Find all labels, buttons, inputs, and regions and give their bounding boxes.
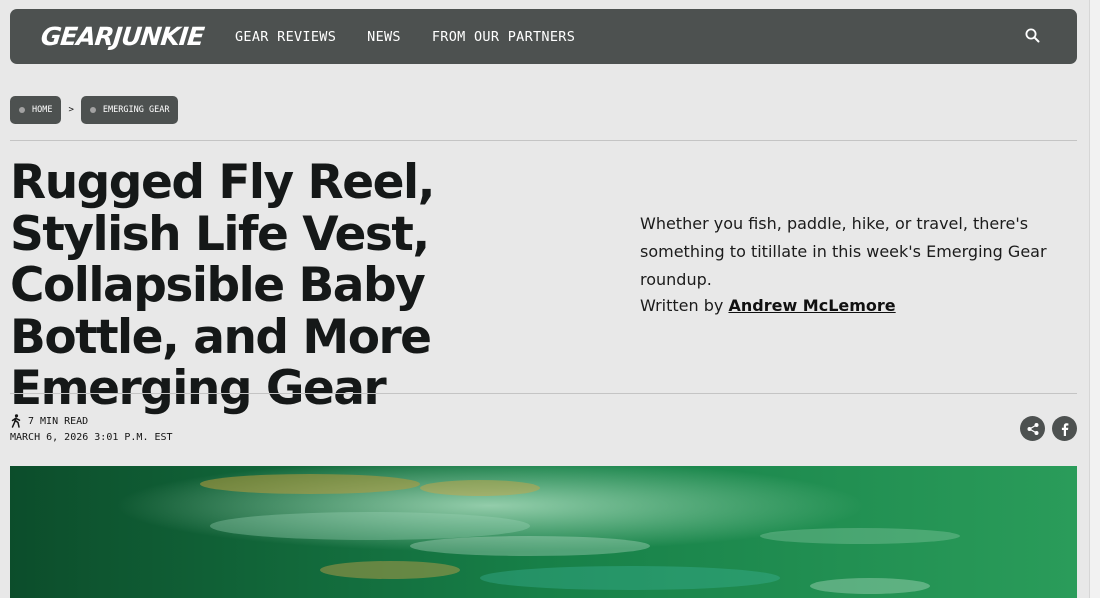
breadcrumb-emerging-gear[interactable]: EMERGING GEAR [80, 96, 179, 124]
read-time: 7 MIN READ [28, 415, 89, 427]
author-link[interactable]: Andrew McLemore [728, 296, 895, 315]
article-meta: 7 MIN READ MARCH 6, 2026 3:01 P.M. EST [10, 413, 173, 445]
byline: Written by Andrew McLemore [640, 296, 896, 315]
site-header: GEARJUNKIE GEAR REVIEWS NEWS FROM OUR PA… [10, 9, 1077, 64]
breadcrumb-separator: > [68, 105, 74, 115]
article-dek: Whether you fish, paddle, hike, or trave… [640, 214, 1047, 289]
search-icon [1025, 28, 1040, 43]
share-icon [1027, 422, 1038, 435]
breadcrumb-home-label: HOME [32, 105, 53, 115]
facebook-icon [1061, 422, 1068, 436]
breadcrumb-home[interactable]: HOME [10, 96, 62, 124]
share-button[interactable] [1020, 416, 1045, 441]
main-nav: GEAR REVIEWS NEWS FROM OUR PARTNERS [235, 29, 606, 45]
scrollbar[interactable] [1089, 0, 1100, 598]
nav-news[interactable]: NEWS [367, 29, 401, 45]
dot-icon [19, 107, 25, 113]
hero-image [10, 466, 1077, 598]
hero-water-graphic [10, 466, 1077, 598]
divider [10, 140, 1077, 141]
share-buttons [1013, 416, 1077, 441]
article-title: Rugged Fly Reel, Stylish Life Vest, Coll… [10, 155, 435, 416]
site-logo[interactable]: GEARJUNKIE [39, 22, 205, 51]
breadcrumb-emerging-gear-label: EMERGING GEAR [102, 105, 170, 115]
nav-from-our-partners[interactable]: FROM OUR PARTNERS [432, 29, 575, 45]
nav-gear-reviews[interactable]: GEAR REVIEWS [235, 29, 336, 45]
search-button[interactable] [1023, 26, 1043, 46]
publish-date: MARCH 6, 2026 3:01 P.M. EST [10, 431, 173, 443]
walking-person-icon [11, 414, 21, 428]
dot-icon [89, 107, 96, 113]
facebook-button[interactable] [1052, 416, 1077, 441]
breadcrumb: HOME > EMERGING GEAR [10, 96, 179, 124]
byline-prefix: Written by [640, 296, 724, 315]
divider [10, 393, 1077, 394]
